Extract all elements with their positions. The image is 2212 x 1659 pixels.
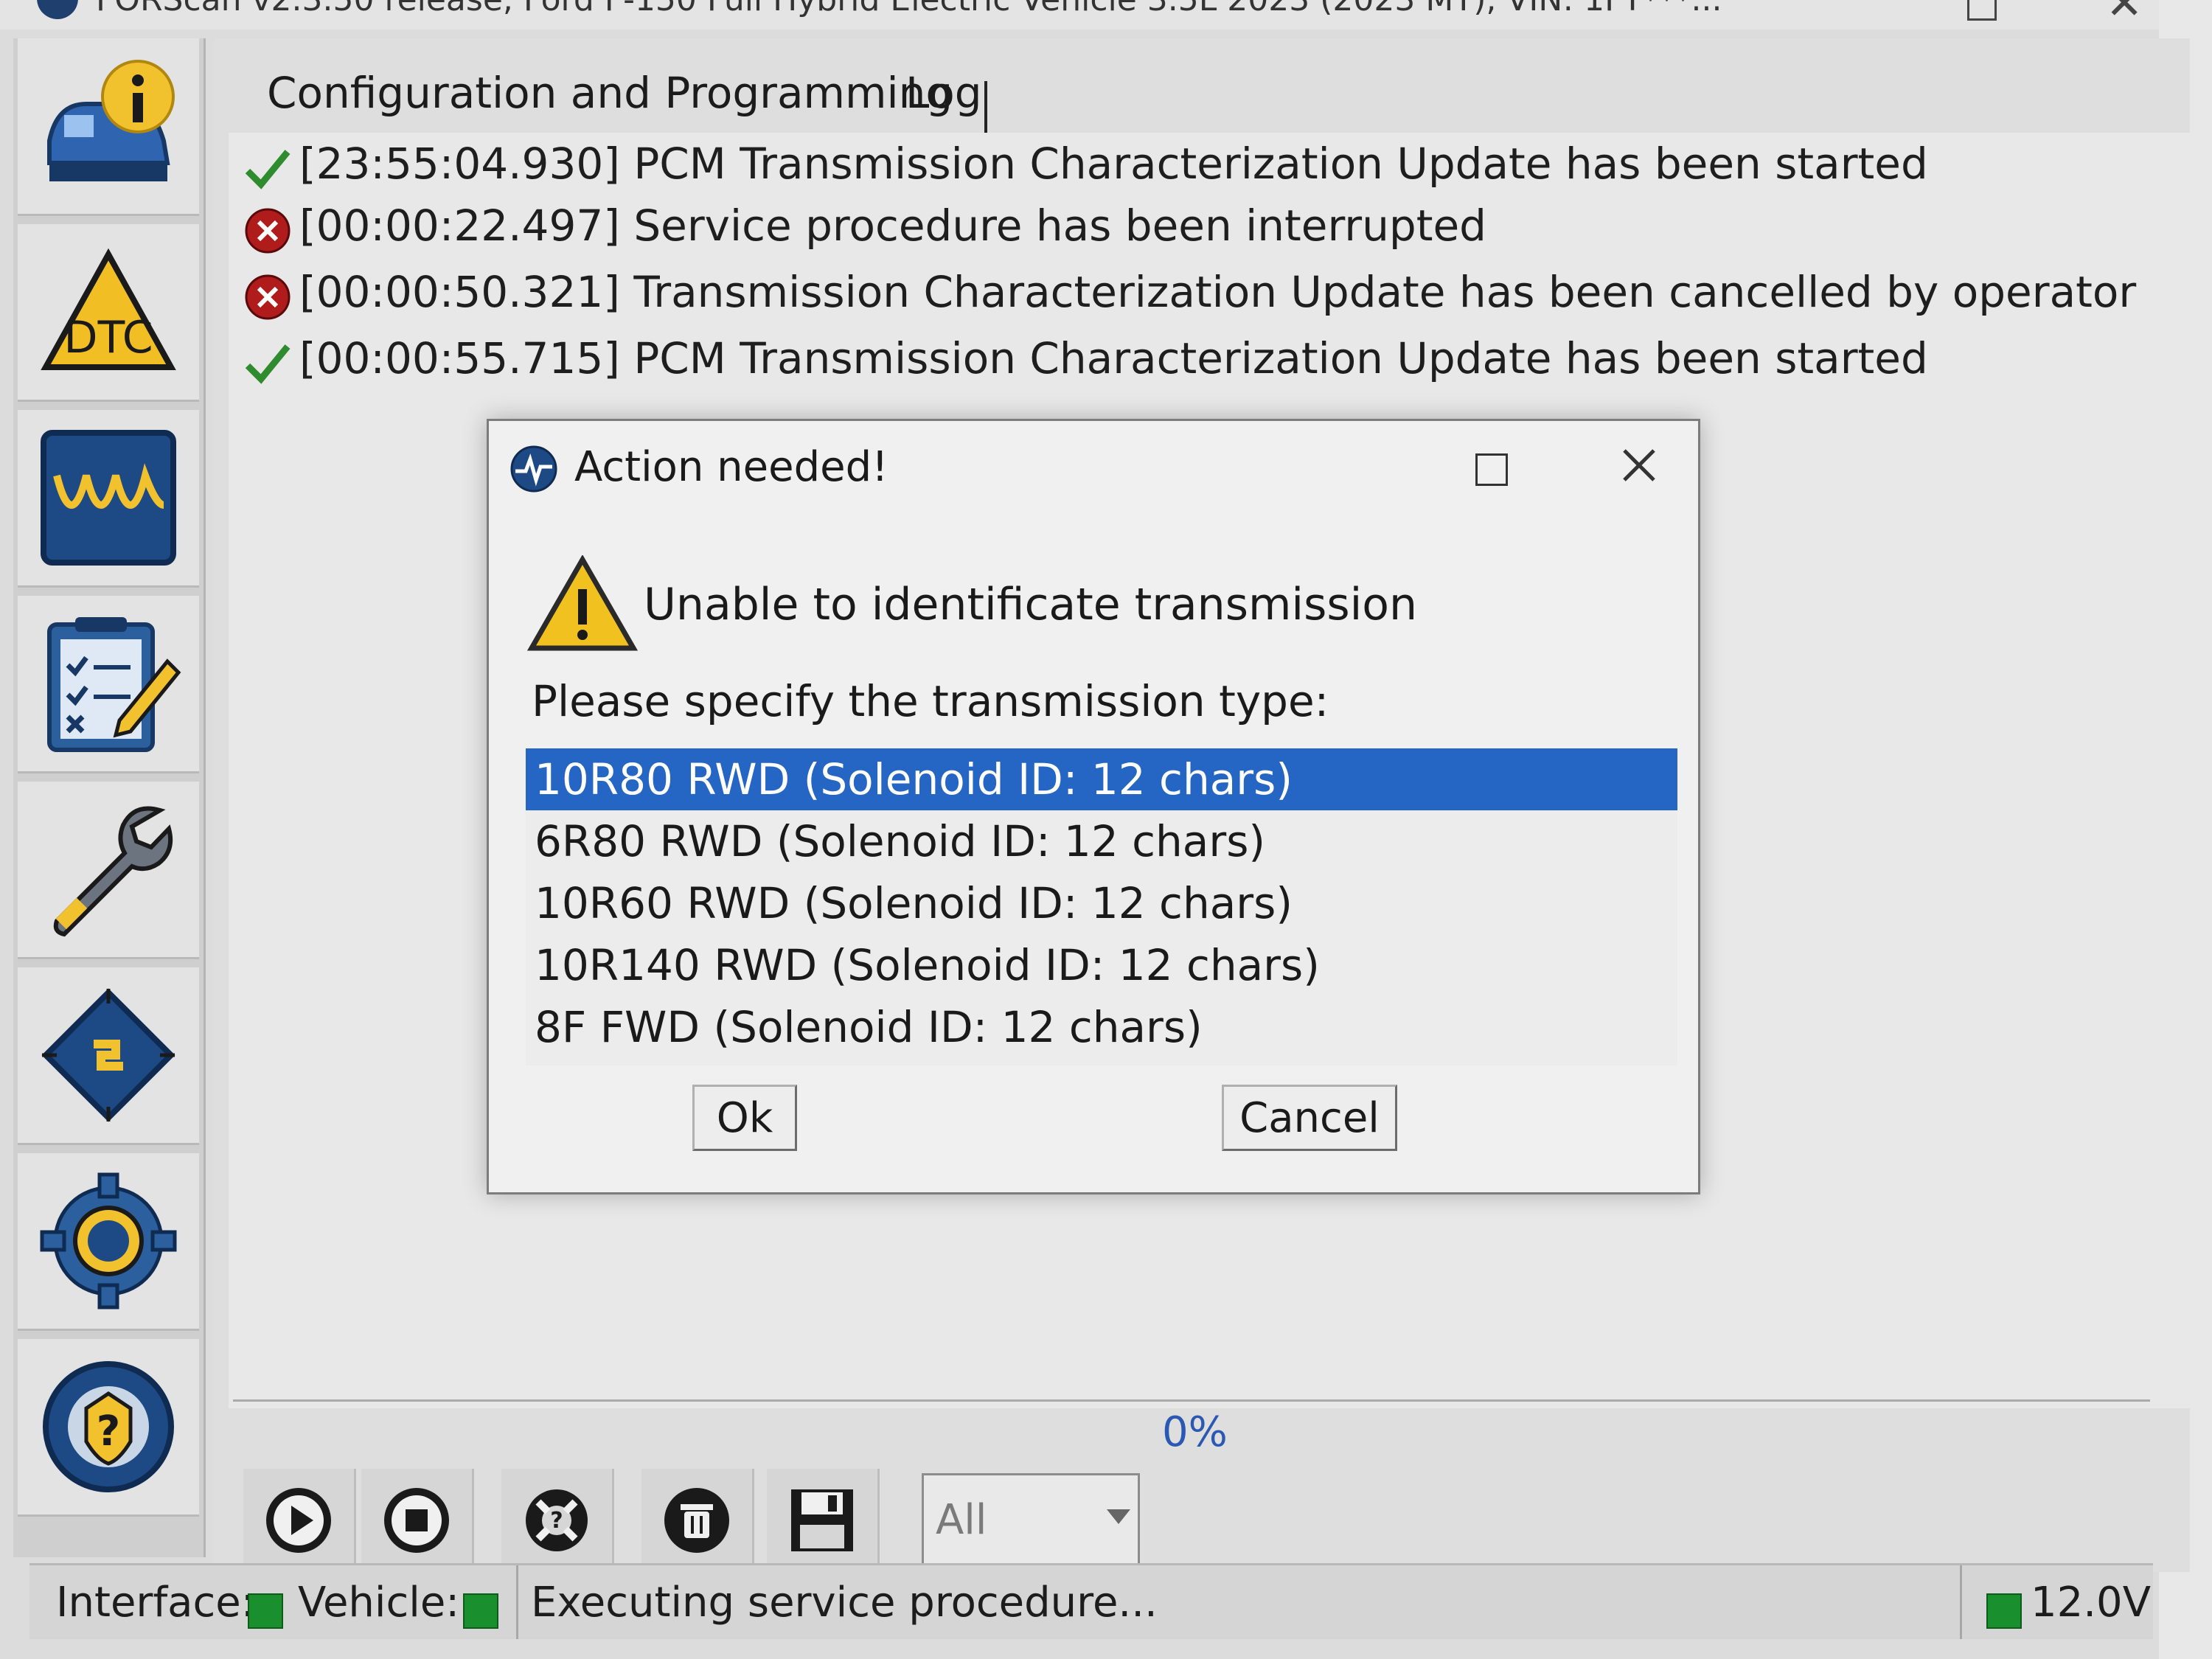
vehicle-status-led-icon xyxy=(463,1593,498,1629)
play-button[interactable] xyxy=(243,1469,356,1572)
log-filter-value: All xyxy=(936,1496,987,1544)
log-entry-text: [00:00:50.321] Transmission Characteriza… xyxy=(299,267,2137,317)
window-titlebar: FORScan v2.3.50 release, Ford F-150 Full… xyxy=(0,0,2212,29)
sidebar-item-service[interactable] xyxy=(18,782,199,959)
gear-icon xyxy=(40,1172,177,1310)
dialog-prompt: Please specify the transmission type: xyxy=(532,676,1329,726)
error-icon xyxy=(245,274,291,320)
svg-text:DTC: DTC xyxy=(63,312,153,364)
tab-log[interactable]: Log xyxy=(905,68,982,118)
chevron-down-icon xyxy=(1107,1509,1130,1524)
interface-label: Interface: xyxy=(56,1579,255,1627)
cancel-button[interactable]: Cancel xyxy=(1222,1085,1397,1151)
sidebar-item-dtc[interactable]: DTC xyxy=(18,224,199,402)
log-entry-text: [00:00:22.497] Service procedure has bee… xyxy=(299,201,1486,251)
log-entry-text: [23:55:04.930] PCM Transmission Characte… xyxy=(299,139,1928,189)
sidebar-item-vehicle-info[interactable] xyxy=(18,38,199,216)
checklist-icon xyxy=(47,617,181,752)
sidebar-item-checklist[interactable] xyxy=(18,596,199,773)
dialog-message: Unable to identificate transmission xyxy=(644,579,1418,630)
stop-button[interactable] xyxy=(361,1469,474,1572)
status-separator xyxy=(516,1565,518,1639)
play-icon xyxy=(266,1488,331,1553)
close-window-button[interactable]: ✕ xyxy=(2106,0,2143,29)
vehicle-label: Vehicle: xyxy=(298,1579,460,1627)
warning-icon xyxy=(527,555,638,651)
svg-text:?: ? xyxy=(97,1408,120,1455)
progress-text: 0% xyxy=(1162,1408,1228,1456)
oscilloscope-icon xyxy=(41,430,176,566)
window-title: FORScan v2.3.50 release, Ford F-150 Full… xyxy=(96,0,1722,18)
sidebar-item-programming[interactable] xyxy=(18,967,199,1145)
voltage-readout: 12.0V xyxy=(2031,1579,2151,1627)
lifebuoy-icon: ? xyxy=(526,1489,588,1551)
transmission-option-10r80-rwd[interactable]: 10R80 RWD (Solenoid ID: 12 chars) xyxy=(526,748,1677,810)
dialog-close-button[interactable] xyxy=(1610,436,1669,495)
check-icon xyxy=(245,344,291,384)
clear-log-button[interactable] xyxy=(641,1469,754,1572)
app-logo-icon xyxy=(37,0,78,19)
tab-configuration-and-programming[interactable]: Configuration and Programming xyxy=(267,68,953,118)
sidebar-item-help[interactable]: ? xyxy=(18,1339,199,1517)
dialog-title: Action needed! xyxy=(574,443,888,491)
transmission-option-6r80-rwd[interactable]: 6R80 RWD (Solenoid ID: 12 chars) xyxy=(526,810,1677,872)
dialog-maximize-button[interactable] xyxy=(1475,453,1508,486)
log-filter-select[interactable]: All xyxy=(922,1473,1140,1569)
transmission-option-10r60-rwd[interactable]: 10R60 RWD (Solenoid ID: 12 chars) xyxy=(526,872,1677,934)
maximize-window-button[interactable] xyxy=(1967,0,1997,21)
wrench-icon xyxy=(53,806,173,937)
dialog-titlebar: Action needed! xyxy=(489,421,1698,515)
stop-icon xyxy=(384,1488,449,1553)
help-lifebuoy-button[interactable]: ? xyxy=(501,1469,614,1572)
save-icon xyxy=(791,1489,853,1551)
error-icon xyxy=(245,208,291,254)
help-icon: ? xyxy=(43,1361,174,1492)
check-icon xyxy=(245,150,291,189)
status-message: Executing service procedure... xyxy=(531,1579,1158,1627)
action-needed-dialog: Action needed! Unable to identificate tr… xyxy=(487,419,1700,1194)
sidebar-item-settings[interactable] xyxy=(18,1153,199,1331)
status-separator xyxy=(1960,1565,1962,1639)
ok-button[interactable]: Ok xyxy=(692,1085,797,1151)
transmission-type-list[interactable]: 10R80 RWD (Solenoid ID: 12 chars) 6R80 R… xyxy=(526,748,1677,1065)
transmission-option-8f-fwd[interactable]: 8F FWD (Solenoid ID: 12 chars) xyxy=(526,996,1677,1058)
transmission-option-10r140-rwd[interactable]: 10R140 RWD (Solenoid ID: 12 chars) xyxy=(526,934,1677,996)
trash-icon xyxy=(664,1488,729,1553)
status-bar: Interface: Vehicle: Executing service pr… xyxy=(29,1563,2153,1639)
chip-icon xyxy=(41,988,175,1122)
svg-text:?: ? xyxy=(550,1508,563,1534)
progress-bar xyxy=(233,1399,2150,1402)
sidebar: DTC ? xyxy=(13,38,206,1557)
app-pulse-icon xyxy=(510,445,557,493)
save-button[interactable] xyxy=(767,1469,880,1572)
voltage-status-led-icon xyxy=(1986,1593,2022,1629)
vehicle-info-icon xyxy=(47,60,175,181)
dtc-icon: DTC xyxy=(41,248,176,370)
sidebar-item-oscilloscope[interactable] xyxy=(18,410,199,588)
interface-status-led-icon xyxy=(248,1593,283,1629)
log-entry-text: [00:00:55.715] PCM Transmission Characte… xyxy=(299,333,1928,383)
